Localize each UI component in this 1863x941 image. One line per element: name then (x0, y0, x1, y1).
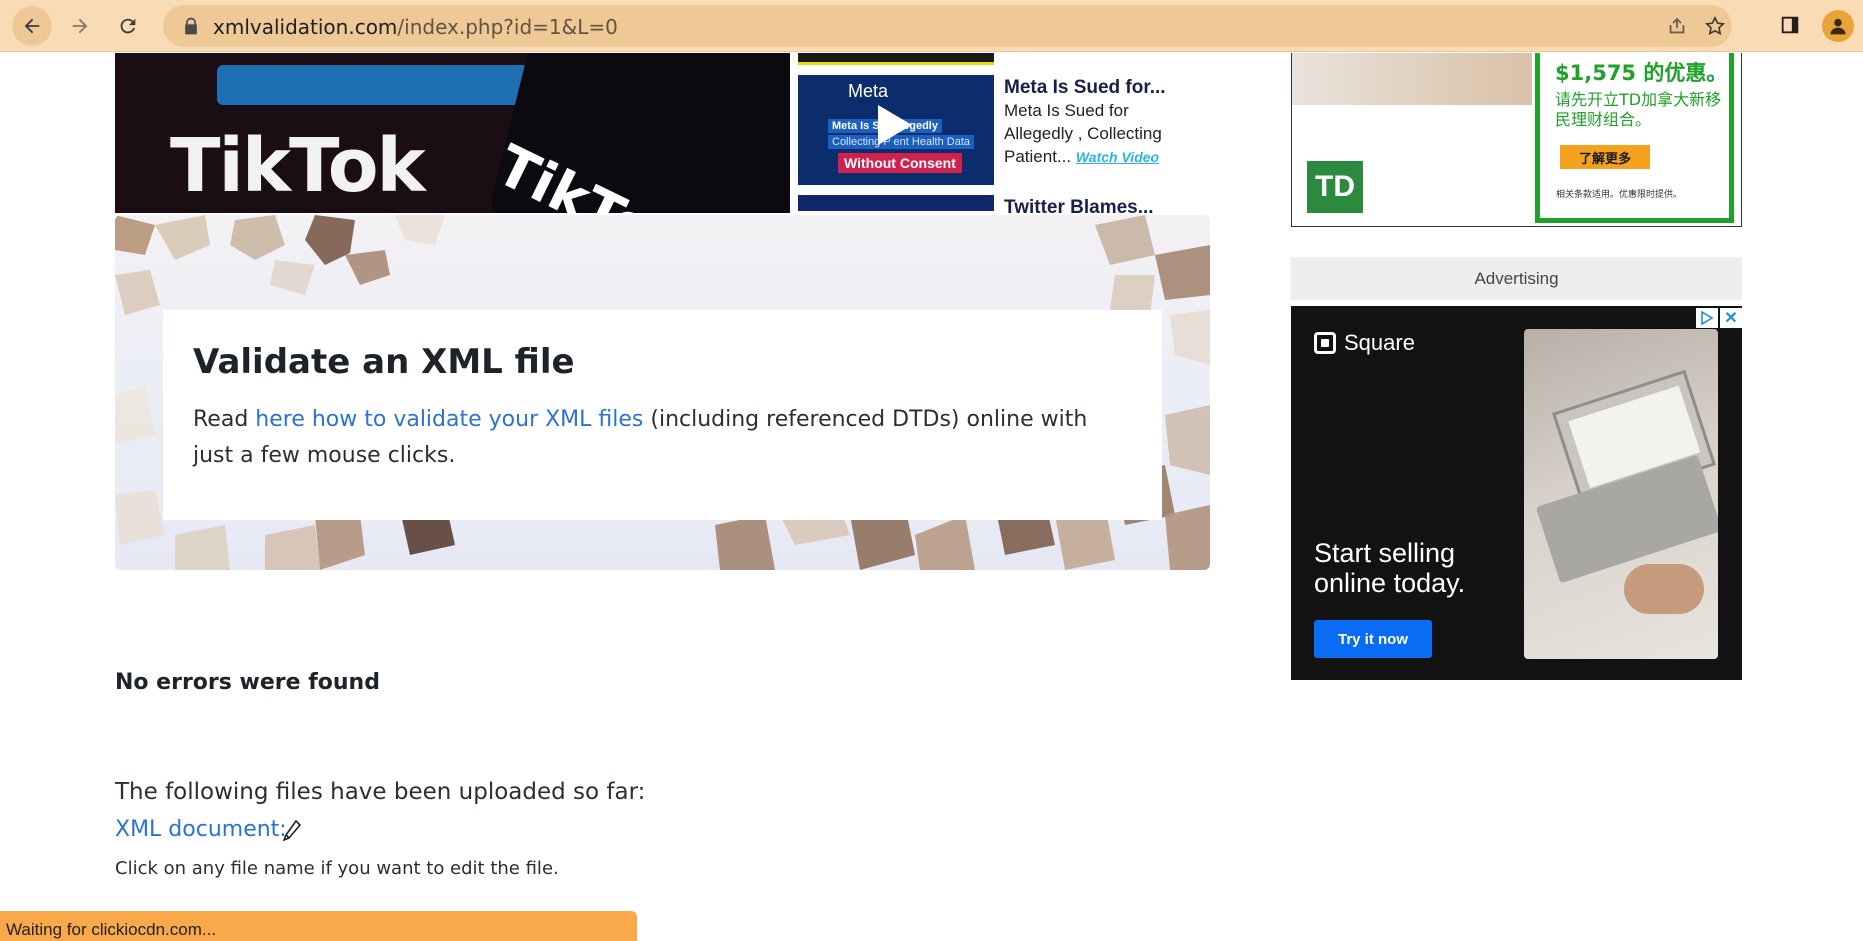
play-icon[interactable] (878, 105, 912, 145)
td-body: 请先开立TD加拿大新移民理财组合。 (1555, 90, 1722, 129)
xml-document-link[interactable]: XML document: (115, 817, 287, 842)
status-bar: Waiting for clickiocdn.com... (0, 911, 637, 941)
video-thumbnail-meta[interactable]: Meta Meta Is Su Allegedly Collecting P e… (798, 75, 994, 185)
back-button[interactable] (12, 6, 52, 46)
watch-video-link[interactable]: Watch Video (1076, 149, 1159, 165)
forward-arrow-icon (72, 18, 88, 34)
adchoices-icon[interactable] (1696, 308, 1718, 328)
profile-icon[interactable] (1822, 10, 1854, 42)
forward-button[interactable] (60, 6, 100, 46)
url-path: /index.php?id=1&L=0 (397, 15, 618, 39)
square-advertisement[interactable]: ✕ Square Start selling online today. Try… (1291, 306, 1742, 680)
hero-title: Validate an XML file (193, 342, 575, 382)
url-host: xmlvalidation.com (213, 15, 398, 39)
hero-banner: Validate an XML file Read here how to va… (115, 215, 1210, 570)
td-fine-print: 相关条款适用。优惠限时提供。 (1556, 190, 1683, 200)
td-advertisement[interactable]: TD $1,575 的优惠。 请先开立TD加拿大新移民理财组合。 了解更多 相关… (1291, 53, 1742, 227)
share-icon[interactable] (1666, 15, 1688, 37)
square-headline: Start selling online today. (1314, 538, 1466, 598)
page-content: TikTok TikTok Meta Meta Is Su Allegedly … (0, 53, 1863, 941)
laptop-photo (1524, 329, 1718, 659)
reload-button[interactable] (108, 6, 148, 46)
video-thumbnail-top[interactable] (798, 53, 994, 65)
reload-icon (120, 18, 136, 34)
how-to-validate-link[interactable]: here how to validate your XML files (255, 407, 643, 432)
side-panel-icon[interactable] (1779, 14, 1801, 36)
hero-text: Read here how to validate your XML files… (193, 402, 1133, 474)
td-learn-more-button[interactable]: 了解更多 (1560, 145, 1650, 169)
hand-shape (1624, 564, 1704, 614)
person-icon (1830, 18, 1846, 35)
video-title-meta[interactable]: Meta Is Sued for... (1004, 77, 1166, 99)
td-price: $1,575 的优惠。 (1555, 61, 1728, 85)
featured-video-image[interactable]: TikTok TikTok (115, 53, 790, 213)
square-brand-name: Square (1344, 330, 1415, 355)
td-offer-box: $1,575 的优惠。 请先开立TD加拿大新移民理财组合。 了解更多 相关条款适… (1535, 53, 1734, 223)
pencil-icon[interactable] (283, 820, 301, 842)
url-text[interactable]: xmlvalidation.com/index.php?id=1&L=0 (213, 15, 618, 39)
browser-toolbar: xmlvalidation.com/index.php?id=1&L=0 (0, 0, 1863, 52)
td-logo: TD (1307, 161, 1363, 213)
video-thumbnail-twitter[interactable] (798, 195, 994, 211)
thumb-caption: Without Consent (838, 153, 962, 173)
hero-text-before: Read (193, 407, 256, 432)
ad-photo (1292, 53, 1532, 105)
advertising-label: Advertising (1291, 257, 1742, 300)
thumb-brand-label: Meta (848, 81, 889, 101)
lock-icon[interactable] (181, 16, 201, 36)
tiktok-text-left: TikTok (170, 123, 426, 209)
star-icon[interactable] (1704, 15, 1726, 37)
square-logo: Square (1314, 330, 1415, 356)
edit-hint: Click on any file name if you want to ed… (115, 858, 559, 879)
try-it-now-button[interactable]: Try it now (1314, 620, 1432, 658)
video-description: Meta Is Sued for Allegedly , Collecting … (1004, 99, 1184, 169)
back-arrow-icon (24, 18, 40, 34)
address-bar[interactable]: xmlvalidation.com/index.php?id=1&L=0 (163, 5, 1732, 47)
hero-card: Validate an XML file Read here how to va… (163, 310, 1162, 520)
uploaded-files-label: The following files have been uploaded s… (115, 779, 646, 805)
validation-result: No errors were found (115, 670, 380, 695)
square-logo-icon (1314, 332, 1336, 354)
ad-close-button[interactable]: ✕ (1720, 308, 1742, 328)
